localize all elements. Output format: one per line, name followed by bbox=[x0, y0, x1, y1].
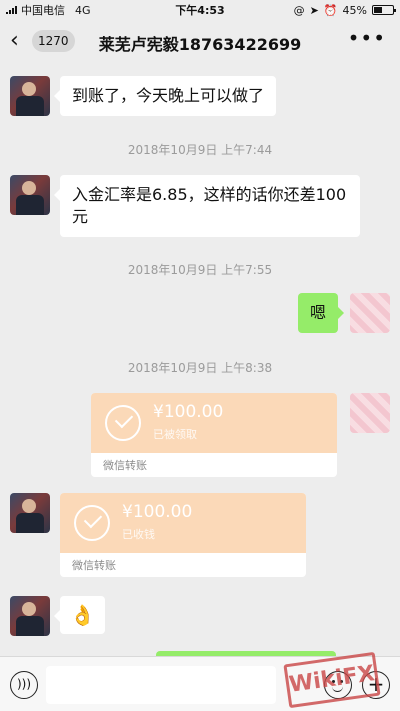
status-bar: 中国电信 4G 下午4:53 @ ➤ ⏰ 45% bbox=[0, 0, 400, 20]
battery-percent: 45% bbox=[342, 3, 367, 17]
avatar[interactable] bbox=[10, 76, 50, 116]
transfer-card[interactable]: ¥100.00 已收钱 微信转账 bbox=[60, 493, 306, 577]
timestamp: 2018年10月9日 上午8:38 bbox=[127, 361, 273, 375]
timestamp: 2018年10月9日 上午7:44 bbox=[127, 143, 273, 157]
message-bubble-mine[interactable]: 嗯 bbox=[297, 293, 345, 333]
transfer-label: 微信转账 bbox=[72, 559, 116, 572]
network-label: 4G bbox=[75, 3, 91, 17]
transfer-status: 已被领取 bbox=[153, 428, 197, 441]
battery-icon bbox=[372, 5, 396, 15]
avatar[interactable] bbox=[10, 596, 50, 636]
alarm-icon: ⏰ bbox=[323, 3, 338, 17]
location-icon: ➤ bbox=[309, 3, 319, 17]
transfer-label: 微信转账 bbox=[103, 459, 147, 472]
lock-rotation-icon: @ bbox=[293, 3, 305, 17]
transfer-amount: ¥100.00 bbox=[153, 402, 224, 422]
voice-icon[interactable]: ))) bbox=[10, 671, 38, 699]
more-icon[interactable]: ••• bbox=[348, 26, 386, 50]
avatar-self[interactable] bbox=[350, 393, 390, 433]
check-circle-icon bbox=[74, 505, 110, 541]
transfer-status: 已收钱 bbox=[122, 528, 155, 541]
chat-header: ‹ 1270 莱芜卢宪毅18763422699 ••• bbox=[0, 20, 400, 64]
message-bubble[interactable]: 入金汇率是6.85，这样的话你还差100元 bbox=[54, 175, 360, 237]
message-bubble[interactable]: 到账了，今天晚上可以做了 bbox=[53, 76, 277, 116]
emoji-bubble[interactable]: 👌 bbox=[54, 596, 105, 634]
chat-title: 莱芜卢宪毅18763422699 bbox=[98, 35, 302, 54]
transfer-amount: ¥100.00 bbox=[122, 502, 193, 522]
check-circle-icon bbox=[105, 405, 141, 441]
signal-icon bbox=[6, 6, 17, 14]
avatar[interactable] bbox=[10, 493, 50, 533]
transfer-card[interactable]: ¥100.00 已被领取 微信转账 bbox=[91, 393, 337, 477]
timestamp: 2018年10月9日 上午7:55 bbox=[127, 263, 273, 277]
avatar-self[interactable] bbox=[350, 293, 390, 333]
avatar[interactable] bbox=[10, 175, 50, 215]
message-input[interactable] bbox=[46, 666, 276, 704]
carrier-label: 中国电信 bbox=[21, 4, 65, 17]
